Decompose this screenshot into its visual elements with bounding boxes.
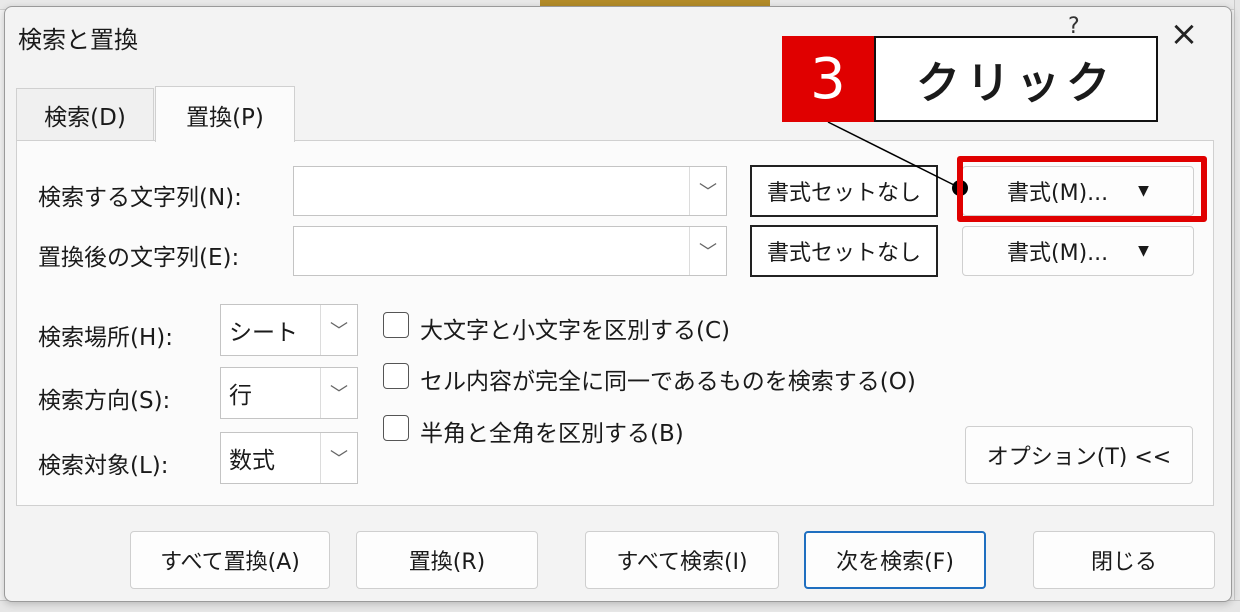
step-number-badge: 3 xyxy=(782,36,874,122)
callout-text: クリック xyxy=(874,36,1158,122)
highlight-box xyxy=(957,156,1207,222)
